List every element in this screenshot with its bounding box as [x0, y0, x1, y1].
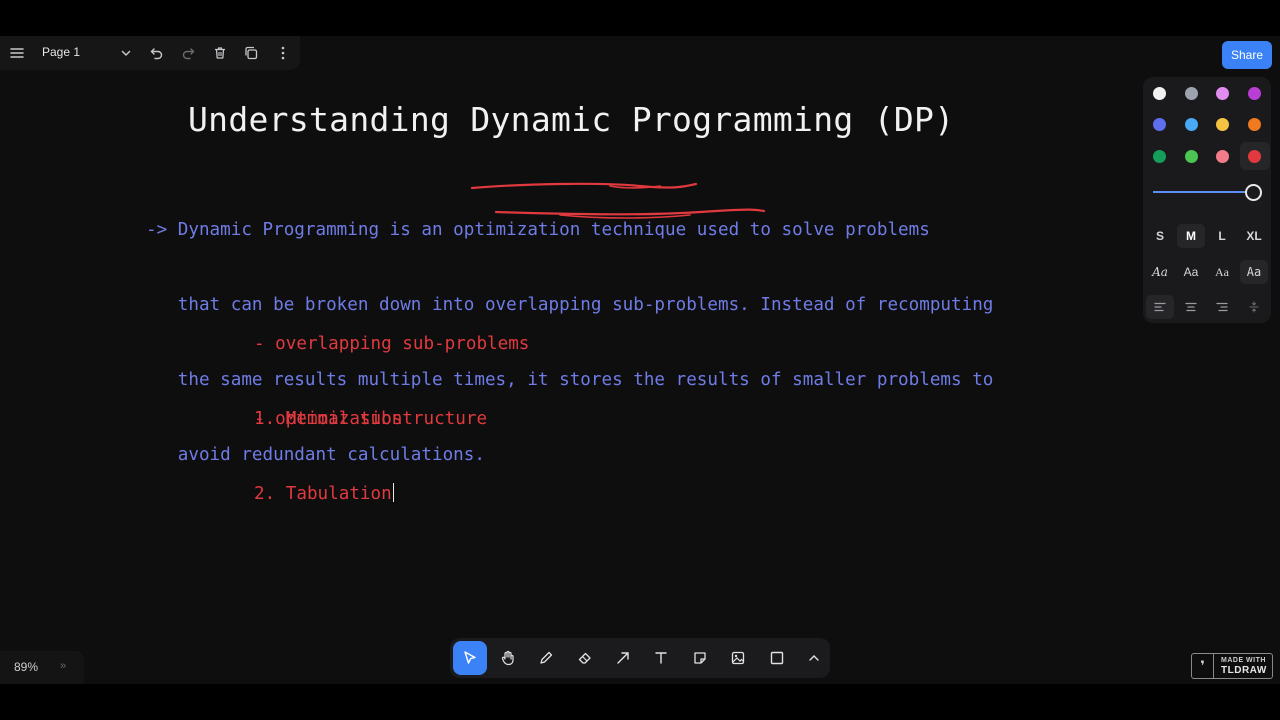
method-item-editing[interactable]: 2. Tabulation [254, 482, 402, 507]
color-swatch-white[interactable] [1153, 87, 1166, 100]
color-swatch-light-blue[interactable] [1185, 118, 1198, 131]
image-icon [731, 651, 745, 665]
color-swatch-orange[interactable] [1248, 118, 1261, 131]
rectangle-icon [770, 651, 784, 665]
color-swatch-red[interactable] [1248, 150, 1261, 163]
sticky-note-icon [694, 652, 706, 664]
text-caret [392, 483, 394, 502]
letterbox-bottom [0, 684, 1280, 720]
font-sans[interactable]: Aa [1177, 260, 1205, 284]
zoom-level[interactable]: 89% [14, 660, 38, 674]
pencil-icon [540, 651, 553, 664]
share-button[interactable]: Share [1222, 41, 1272, 69]
page-name[interactable]: Page 1 [42, 45, 80, 59]
eraser-tool[interactable] [568, 641, 602, 675]
color-swatch-blue[interactable] [1153, 118, 1166, 131]
letterbox-top [0, 0, 1280, 36]
badge-line-1: MADE WITH [1221, 657, 1266, 664]
method-item-text: 2. Tabulation [254, 484, 392, 504]
font-serif[interactable]: Aa [1208, 260, 1236, 284]
text-tool[interactable] [644, 641, 678, 675]
arrow-icon [617, 652, 629, 664]
align-center-icon[interactable] [1177, 295, 1205, 319]
align-right-icon[interactable] [1208, 295, 1236, 319]
tldraw-logo-icon: ❜ [1192, 654, 1214, 678]
align-left-icon[interactable] [1146, 295, 1174, 319]
trash-icon[interactable] [207, 40, 233, 66]
draw-tool[interactable] [529, 641, 563, 675]
color-swatch-light-green[interactable] [1185, 150, 1198, 163]
property-item: - overlapping sub-problems [254, 334, 530, 354]
chevron-up-icon [809, 655, 819, 661]
method-item: 1. Memoization [254, 409, 403, 429]
size-l[interactable]: L [1208, 224, 1236, 248]
color-swatch-light-violet[interactable] [1216, 87, 1229, 100]
color-swatch-violet[interactable] [1248, 87, 1261, 100]
color-swatch-light-red[interactable] [1216, 150, 1229, 163]
definition-line: -> Dynamic Programming is an optimizatio… [146, 220, 930, 240]
vertical-align-icon[interactable] [1240, 295, 1268, 319]
zoom-panel [0, 651, 84, 684]
hand-tool[interactable] [491, 641, 525, 675]
opacity-slider-thumb[interactable] [1245, 184, 1262, 201]
opacity-slider-track[interactable] [1153, 191, 1249, 193]
size-s[interactable]: S [1146, 224, 1174, 248]
color-swatch-grey[interactable] [1185, 87, 1198, 100]
expand-minimap-icon[interactable]: » [60, 660, 66, 672]
duplicate-icon[interactable] [238, 40, 264, 66]
arrow-tool[interactable] [606, 641, 640, 675]
note-tool[interactable] [683, 641, 717, 675]
size-xl[interactable]: XL [1240, 224, 1268, 248]
rectangle-tool[interactable] [760, 641, 794, 675]
color-swatch-green[interactable] [1153, 150, 1166, 163]
media-tool[interactable] [721, 641, 755, 675]
undo-icon[interactable] [144, 40, 170, 66]
cursor-icon [464, 651, 476, 664]
select-tool[interactable] [453, 641, 487, 675]
size-m[interactable]: M [1177, 224, 1205, 248]
canvas-title[interactable]: Understanding Dynamic Programming (DP) [188, 100, 954, 139]
methods-list[interactable]: 1. Memoization 2. Tabulation [254, 357, 402, 532]
eraser-icon [578, 652, 591, 664]
more-options-icon[interactable] [270, 40, 296, 66]
badge-line-2: TLDRAW [1221, 665, 1267, 676]
chevron-down-icon[interactable] [113, 40, 139, 66]
text-icon [655, 652, 667, 664]
hamburger-menu-icon[interactable] [4, 40, 30, 66]
hand-icon [501, 650, 514, 666]
font-mono[interactable]: Aa [1240, 260, 1268, 284]
color-swatch-yellow[interactable] [1216, 118, 1229, 131]
font-draw[interactable]: Aa [1146, 260, 1174, 284]
more-tools[interactable] [797, 641, 831, 675]
redo-icon[interactable] [175, 40, 201, 66]
